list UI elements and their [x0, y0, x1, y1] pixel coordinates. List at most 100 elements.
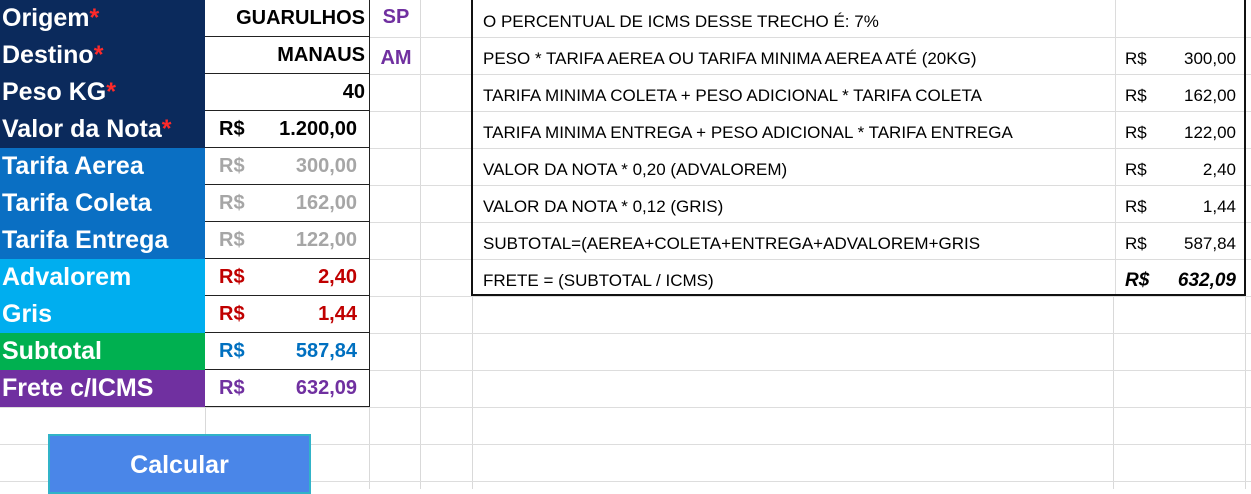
field-label-text: Tarifa Coleta	[2, 189, 152, 217]
formula-value: 632,09	[1177, 270, 1236, 291]
form-row-subtotal: Subtotal R$ 587,84	[0, 333, 370, 370]
field-value-cell: R$ 632,09	[205, 370, 370, 407]
field-label-text: Tarifa Entrega	[2, 226, 169, 254]
formula-value: 587,84	[1184, 234, 1236, 253]
currency-symbol: R$	[219, 340, 245, 362]
field-value-cell: R$ 2,40	[205, 259, 370, 296]
formula-row: SUBTOTAL=(AEREA+COLETA+ENTREGA+ADVALOREM…	[473, 222, 1244, 259]
field-value-cell[interactable]: R$ 1.200,00	[205, 111, 370, 148]
field-value-cell: R$ 162,00	[205, 185, 370, 222]
field-label: Subtotal	[0, 333, 205, 370]
field-value: 587,84	[295, 340, 357, 362]
field-label: Advalorem	[0, 259, 205, 296]
field-value: 162,00	[295, 192, 357, 214]
currency-symbol: R$	[1125, 160, 1147, 179]
formula-description: VALOR DA NOTA * 0,20 (ADVALOREM)	[483, 160, 788, 179]
currency-symbol: R$	[1125, 86, 1147, 105]
field-label: Peso KG*	[0, 74, 205, 111]
formula-table: O PERCENTUAL DE ICMS DESSE TRECHO É: 7% …	[471, 0, 1246, 296]
form-row-tarifa-entrega: Tarifa Entrega R$ 122,00	[0, 222, 370, 259]
formula-description: TARIFA MINIMA COLETA + PESO ADICIONAL * …	[483, 86, 982, 105]
field-value: 40	[342, 81, 365, 103]
field-label-text: Destino	[2, 41, 94, 69]
currency-symbol: R$	[219, 266, 245, 288]
icms-header-text: O PERCENTUAL DE ICMS DESSE TRECHO É: 7%	[483, 12, 879, 31]
formula-row: TARIFA MINIMA COLETA + PESO ADICIONAL * …	[473, 74, 1244, 111]
field-label: Valor da Nota*	[0, 111, 205, 148]
field-value: 122,00	[295, 229, 357, 251]
form-row-destino: Destino* MANAUS	[0, 37, 370, 74]
currency-symbol: R$	[1125, 123, 1147, 142]
formula-description: SUBTOTAL=(AEREA+COLETA+ENTREGA+ADVALOREM…	[483, 234, 981, 253]
field-value: GUARULHOS	[236, 7, 365, 29]
required-mark: *	[93, 41, 104, 69]
form-row-valor-da-nota: Valor da Nota* R$ 1.200,00	[0, 111, 370, 148]
currency-symbol: R$	[219, 303, 245, 325]
field-value-cell: R$ 1,44	[205, 296, 370, 333]
formula-value: 1,44	[1202, 197, 1236, 216]
currency-symbol: R$	[1125, 270, 1150, 291]
field-value-cell: R$ 122,00	[205, 222, 370, 259]
currency-symbol: R$	[219, 118, 245, 140]
calcular-button[interactable]: Calcular	[48, 434, 311, 494]
required-mark: *	[106, 78, 116, 106]
field-label-text: Advalorem	[2, 263, 132, 291]
field-value-cell: R$ 587,84	[205, 333, 370, 370]
field-label-text: Gris	[2, 300, 53, 328]
field-value: 1.200,00	[279, 118, 357, 140]
form-row-advalorem: Advalorem R$ 2,40	[0, 259, 370, 296]
field-label: Tarifa Entrega	[0, 222, 205, 259]
formula-row: TARIFA MINIMA ENTREGA + PESO ADICIONAL *…	[473, 111, 1244, 148]
field-label: Destino*	[0, 37, 205, 74]
field-label-text: Subtotal	[2, 337, 102, 365]
form-row-tarifa-aerea: Tarifa Aerea R$ 300,00	[0, 148, 370, 185]
formula-value: 122,00	[1184, 123, 1236, 142]
formula-description: VALOR DA NOTA * 0,12 (GRIS)	[483, 197, 724, 216]
form-row-tarifa-coleta: Tarifa Coleta R$ 162,00	[0, 185, 370, 222]
state-code: AM	[380, 47, 412, 69]
currency-symbol: R$	[1125, 234, 1147, 253]
state-code: SP	[382, 6, 410, 28]
field-value: 1,44	[318, 303, 357, 325]
field-value: 632,09	[295, 377, 357, 399]
field-label: Gris	[0, 296, 205, 333]
formula-description: FRETE = (SUBTOTAL / ICMS)	[483, 271, 714, 290]
field-value: 300,00	[295, 155, 357, 177]
icms-header-row: O PERCENTUAL DE ICMS DESSE TRECHO É: 7%	[473, 0, 1244, 37]
field-label: Tarifa Aerea	[0, 148, 205, 185]
field-label-text: Origem	[2, 4, 90, 32]
field-label-text: Valor da Nota	[2, 115, 162, 143]
formula-row: VALOR DA NOTA * 0,20 (ADVALOREM) R$ 2,40	[473, 148, 1244, 185]
form-row-origem: Origem* GUARULHOS	[0, 0, 370, 37]
field-value-cell: R$ 300,00	[205, 148, 370, 185]
field-value-cell[interactable]: MANAUS	[205, 37, 370, 74]
currency-symbol: R$	[1125, 197, 1147, 216]
formula-value: 162,00	[1184, 86, 1236, 105]
field-label: Origem*	[0, 0, 205, 37]
field-label: Frete c/ICMS	[0, 370, 205, 407]
field-value-cell[interactable]: GUARULHOS	[205, 0, 370, 37]
formula-total-row: FRETE = (SUBTOTAL / ICMS) R$ 632,09	[473, 259, 1244, 296]
currency-symbol: R$	[219, 229, 245, 251]
currency-symbol: R$	[219, 155, 245, 177]
form-row-gris: Gris R$ 1,44	[0, 296, 370, 333]
field-value-cell[interactable]: 40	[205, 74, 370, 111]
required-mark: *	[161, 115, 172, 143]
required-mark: *	[89, 4, 100, 32]
formula-description: PESO * TARIFA AEREA OU TARIFA MINIMA AER…	[483, 49, 977, 68]
field-value: 2,40	[318, 266, 357, 288]
currency-symbol: R$	[219, 377, 245, 399]
formula-description: TARIFA MINIMA ENTREGA + PESO ADICIONAL *…	[483, 123, 1013, 142]
formula-value: 2,40	[1202, 160, 1236, 179]
field-label-text: Frete c/ICMS	[2, 374, 154, 402]
form-row-frete-c-icms: Frete c/ICMS R$ 632,09	[0, 370, 370, 407]
field-value: MANAUS	[277, 44, 365, 66]
formula-value: 300,00	[1184, 49, 1236, 68]
field-label: Tarifa Coleta	[0, 185, 205, 222]
field-label-text: Peso KG	[2, 78, 107, 106]
form-row-peso-kg: Peso KG* 40	[0, 74, 370, 111]
formula-row: VALOR DA NOTA * 0,12 (GRIS) R$ 1,44	[473, 185, 1244, 222]
currency-symbol: R$	[219, 192, 245, 214]
field-label-text: Tarifa Aerea	[2, 152, 144, 180]
formula-row: PESO * TARIFA AEREA OU TARIFA MINIMA AER…	[473, 37, 1244, 74]
